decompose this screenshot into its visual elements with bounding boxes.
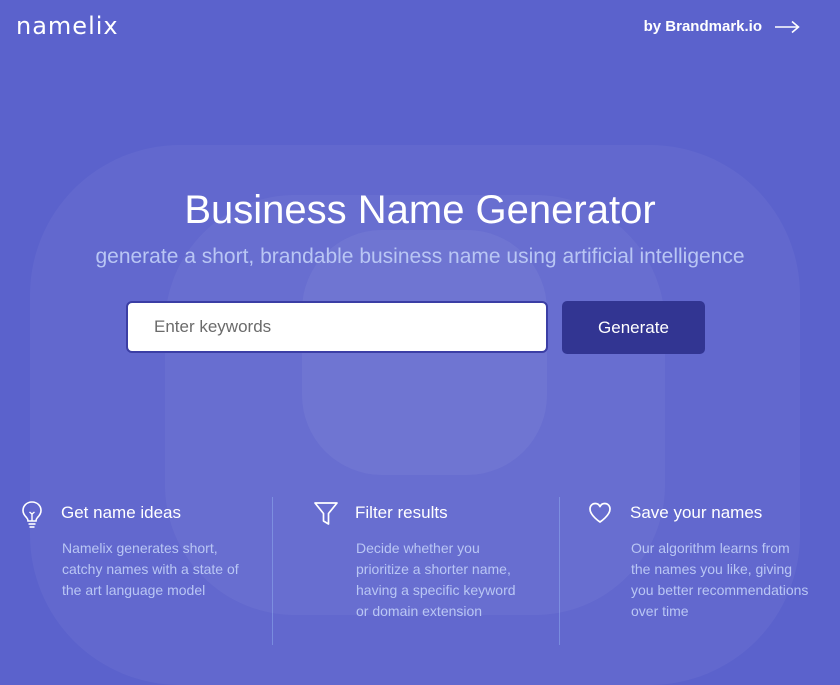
- arrow-right-icon: [774, 20, 800, 34]
- namelix-logo[interactable]: namelix: [16, 12, 119, 40]
- feature-filter-results: Filter results Decide whether you priori…: [272, 497, 560, 645]
- feature-description: Our algorithm learns from the names you …: [631, 540, 809, 619]
- feature-save-your-names: Save your names Our algorithm learns fro…: [559, 497, 840, 645]
- feature-description: Decide whether you prioritize a shorter …: [356, 540, 516, 619]
- page-title: Business Name Generator: [184, 188, 656, 232]
- brandmark-link-label: by Brandmark.io: [643, 18, 762, 35]
- feature-get-name-ideas: Get name ideas Namelix generates short, …: [0, 497, 272, 645]
- feature-title: Filter results: [355, 503, 448, 522]
- feature-title: Get name ideas: [61, 503, 182, 522]
- page-subtitle: generate a short, brandable business nam…: [95, 245, 745, 268]
- feature-title: Save your names: [630, 503, 763, 522]
- feature-description: Namelix generates short, catchy names wi…: [62, 540, 239, 598]
- lightbulb-icon: [20, 500, 44, 534]
- heart-icon: [587, 500, 613, 530]
- brandmark-link[interactable]: by Brandmark.io: [644, 18, 800, 35]
- filter-icon: [313, 500, 339, 532]
- features-section: Get name ideas Namelix generates short, …: [0, 497, 840, 647]
- keywords-input[interactable]: [126, 301, 548, 353]
- generate-button[interactable]: Generate: [562, 301, 705, 354]
